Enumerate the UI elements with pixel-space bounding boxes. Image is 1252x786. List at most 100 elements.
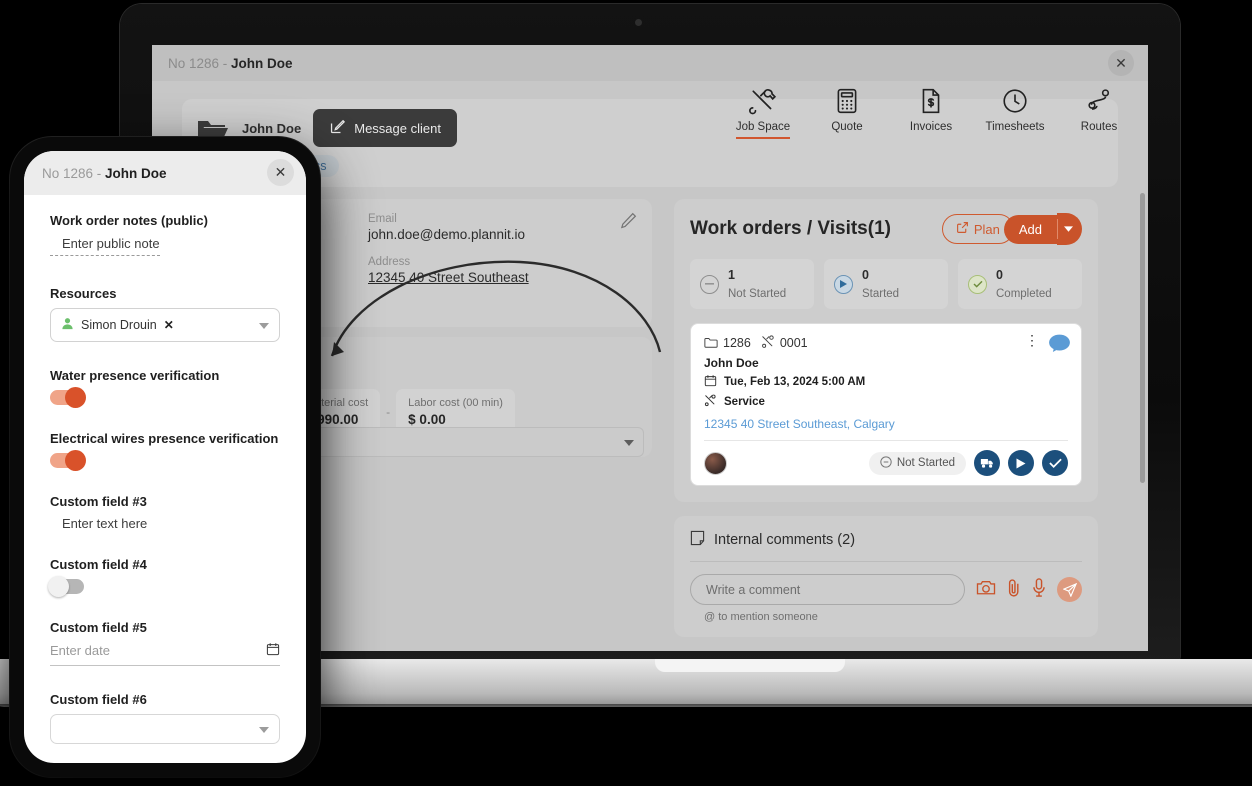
status-label-started: Started [862,288,900,300]
tools-icon [732,87,794,117]
app-titlebar: No 1286 - John Doe ✕ [152,45,1148,81]
phone-titlebar: No 1286 - John Doe ✕ [24,151,306,195]
more-vertical-icon[interactable]: ⋮ [1025,333,1039,348]
work-orders-column: Work orders / Visits(1) Plan Add 1 Not S… [674,199,1098,637]
toggle-knob [48,576,69,597]
topnav-label-timesheets: Timesheets [985,121,1045,133]
electrical-verification-toggle[interactable] [50,450,86,471]
topnav-item-invoices[interactable]: Invoices [900,87,962,139]
camera-icon[interactable] [976,579,996,601]
status-card-text: 0 Completed [996,266,1052,302]
work-order-status-pill[interactable]: Not Started [868,451,966,475]
status-card-text: 0 Started [862,266,899,302]
add-dropdown-toggle[interactable] [1057,213,1082,245]
message-client-label: Message client [354,120,441,136]
toggle-knob [65,450,86,471]
work-orders-header: Work orders / Visits(1) Plan Add [690,213,1082,245]
topnav-item-quote[interactable]: Quote [816,87,878,139]
address-value[interactable]: 12345 40 Street Southeast [368,270,636,285]
person-icon [61,317,74,333]
send-icon[interactable] [1057,577,1082,602]
topnav-item-routes[interactable]: Routes [1068,87,1130,139]
microphone-icon[interactable] [1032,577,1046,602]
calendar-icon[interactable] [266,642,280,659]
chevron-down-icon [624,440,634,446]
status-card-started[interactable]: 0 Started [824,259,948,309]
comment-input-row [690,574,1082,605]
address-label: Address [368,256,411,268]
internal-comments-header: Internal comments (2) [690,530,1082,550]
work-orders-panel: Work orders / Visits(1) Plan Add 1 Not S… [674,199,1098,502]
app-title-name: John Doe [231,55,293,71]
remove-resource-icon[interactable]: ✕ [164,318,174,332]
paperclip-icon[interactable] [1007,578,1021,602]
scrollbar-thumb[interactable] [1140,193,1145,483]
status-label-not-started: Not Started [728,288,787,300]
calendar-icon [704,374,717,390]
status-count-started: 0 [862,268,869,282]
topnav-item-timesheets[interactable]: Timesheets [984,87,1046,139]
avatar[interactable] [704,451,727,475]
custom-field-3-label: Custom field #3 [50,494,147,509]
message-client-button[interactable]: Message client [313,109,457,147]
topnav-item-job-space[interactable]: Job Space [732,87,794,139]
work-order-ids: 1286 0001 [704,335,1068,351]
add-button[interactable]: Add [1003,214,1057,244]
public-note-input[interactable]: Enter public note [50,236,160,256]
custom-field-5-date-input[interactable]: Enter date [50,642,280,666]
close-icon[interactable]: ✕ [267,159,294,186]
app-window-title: No 1286 - John Doe [168,56,293,71]
water-verification-label: Water presence verification [50,368,220,383]
resources-select[interactable]: Simon Drouin ✕ [50,308,280,342]
topnav-label-quote: Quote [831,121,863,133]
check-icon[interactable] [1042,450,1068,476]
custom-field-6-label: Custom field #6 [50,692,147,707]
water-verification-toggle[interactable] [50,387,86,408]
work-order-status-label: Not Started [896,457,955,469]
custom-field-4-toggle[interactable] [48,576,84,597]
email-value: john.doe@demo.plannit.io [368,227,526,242]
status-card-not-started[interactable]: 1 Not Started [690,259,814,309]
minus-circle-icon [880,455,892,471]
work-order-footer: Not Started [704,440,1068,476]
close-icon[interactable]: ✕ [1108,50,1134,76]
app-title-prefix: No 1286 [168,55,220,71]
external-link-icon [956,221,969,237]
service-tools-icon [704,394,717,410]
custom-field-3-input[interactable]: Enter text here [50,516,280,531]
plan-button-label: Plan [973,221,1000,237]
folder-icon [704,336,718,351]
play-icon[interactable] [1008,450,1034,476]
chevron-down-icon [259,727,269,733]
work-order-datetime-row: Tue, Feb 13, 2024 5:00 AM [704,374,1068,390]
topnav-label-routes: Routes [1080,121,1118,133]
phone-title-prefix: No 1286 [42,165,94,181]
invoice-dollar-icon [900,87,962,117]
money-label-labor: Labor cost (00 min) [408,397,503,409]
status-card-completed[interactable]: 0 Completed [958,259,1082,309]
money-value-labor: $ 0.00 [408,412,446,427]
work-order-address[interactable]: 12345 40 Street Southeast, Calgary [704,417,1068,431]
play-circle-icon [834,274,853,294]
custom-field-5-placeholder: Enter date [50,643,110,658]
work-order-type: Service [724,396,765,408]
chat-bubble-icon[interactable] [1049,334,1070,357]
work-order-datetime: Tue, Feb 13, 2024 5:00 AM [724,376,866,388]
custom-field-4-label: Custom field #4 [50,557,147,572]
screenshot-stage: No 1286 - John Doe ✕ John Doe Message cl… [0,0,1252,786]
phone-title-name: John Doe [105,165,167,181]
contact-kv: Email john.doe@demo.plannit.io Address 1… [368,213,636,285]
visit-id-group: 0001 [761,335,808,351]
truck-icon[interactable] [974,450,1000,476]
phone-device: No 1286 - John Doe ✕ Work order notes (p… [10,137,320,777]
phone-screen: No 1286 - John Doe ✕ Work order notes (p… [24,151,306,763]
comment-input[interactable] [690,574,965,605]
custom-field-6-select[interactable] [50,714,280,744]
tools-icon [761,335,775,351]
pencil-icon[interactable] [619,211,638,235]
status-cards: 1 Not Started 0 Started 0 Completed [690,259,1082,309]
phone-form: Work order notes (public) Enter public n… [24,195,306,763]
resource-chip[interactable]: Simon Drouin ✕ [61,317,174,333]
work-order-card[interactable]: 1286 0001 ⋮ John Doe Tue, Feb 13, 2024 5… [690,323,1082,486]
app-title-separator: - [219,55,232,71]
